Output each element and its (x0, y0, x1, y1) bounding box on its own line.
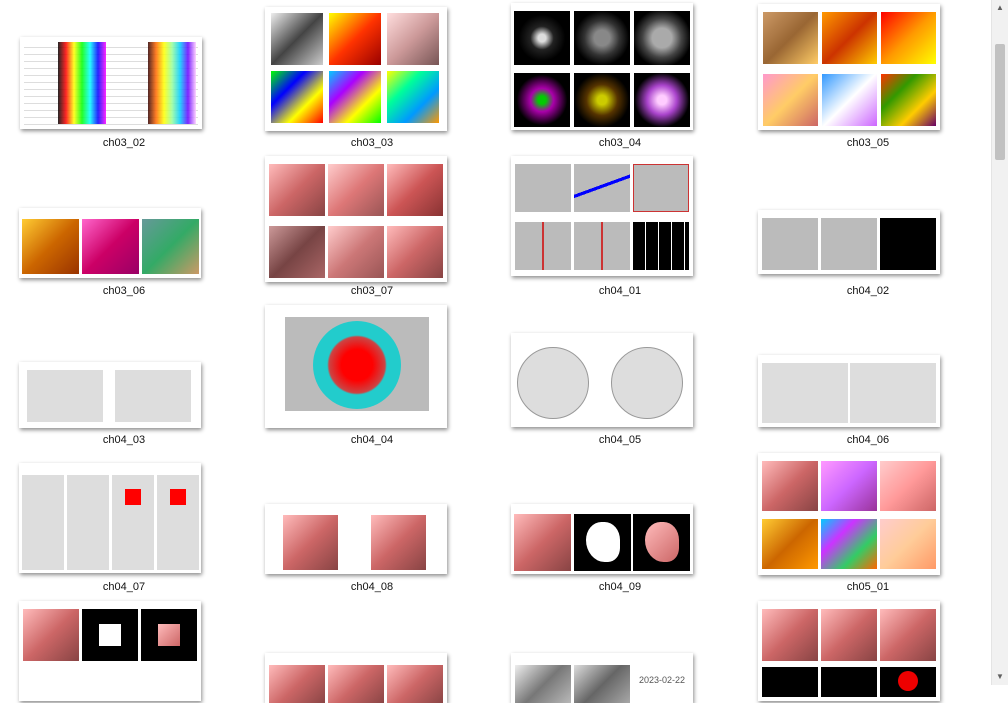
thumbnail-image[interactable] (265, 653, 447, 703)
thumbnail-image[interactable] (511, 3, 693, 130)
gallery-item-ch03-02[interactable]: ch03_02 (0, 0, 248, 160)
thumbnail-image[interactable] (265, 156, 447, 282)
thumbnail-image[interactable] (20, 37, 202, 129)
item-label: ch03_05 (846, 137, 890, 149)
thumbnail-image[interactable] (265, 504, 447, 574)
gallery-item-ch03-04[interactable]: ch03_04 (496, 0, 744, 160)
gallery-item-ch04-04[interactable]: ch04_04 (248, 303, 496, 453)
thumbnail-image[interactable] (265, 305, 447, 428)
item-label: ch03_02 (102, 137, 146, 149)
gallery-item-ch03-03[interactable]: ch03_03 (248, 0, 496, 160)
thumbnail-image[interactable] (511, 504, 693, 574)
thumbnail-image[interactable] (19, 208, 201, 278)
gallery-item-ch05-01[interactable]: ch05_01 (744, 453, 992, 598)
thumbnail-image[interactable] (511, 156, 693, 276)
item-label: ch03_04 (598, 137, 642, 149)
chevron-down-icon[interactable]: ▼ (992, 669, 1008, 685)
gallery-item-ch03-06[interactable]: ch03_06 (0, 153, 248, 303)
item-label: ch04_02 (846, 285, 890, 297)
item-label: ch05_01 (846, 581, 890, 593)
thumbnail-image[interactable] (19, 601, 201, 701)
thumbnail-image[interactable] (265, 7, 447, 131)
gallery-item-partial-4[interactable] (744, 598, 992, 701)
item-label: ch03_03 (350, 137, 394, 149)
item-label: ch03_06 (102, 285, 146, 297)
thumbnail-image[interactable] (758, 601, 940, 701)
gallery-item-ch04-01[interactable]: ch04_01 (496, 153, 744, 303)
item-label: ch04_06 (846, 434, 890, 446)
gallery-item-partial-3[interactable]: 2023-02-22 (496, 598, 744, 703)
gallery-item-ch03-07[interactable]: ch03_07 (248, 153, 496, 303)
thumbnail-image[interactable] (758, 4, 940, 130)
gallery-item-ch04-07[interactable]: ch04_07 (0, 453, 248, 598)
item-label: ch04_08 (350, 581, 394, 593)
gallery-item-ch04-08[interactable]: ch04_08 (248, 453, 496, 598)
gallery-item-ch04-02[interactable]: ch04_02 (744, 153, 992, 303)
thumbnail-image[interactable] (758, 453, 940, 575)
gallery-item-ch04-05[interactable]: ch04_05 (496, 303, 744, 453)
item-label: ch04_03 (102, 434, 146, 446)
thumbnail-image[interactable]: 2023-02-22 (511, 653, 693, 703)
watermark-date: 2023-02-22 (639, 675, 686, 685)
item-label: ch04_01 (598, 285, 642, 297)
item-label: ch04_07 (102, 581, 146, 593)
thumbnail-image[interactable] (19, 463, 201, 573)
thumbnail-image[interactable] (758, 210, 940, 274)
item-label: ch04_09 (598, 581, 642, 593)
item-label: ch03_07 (350, 285, 394, 297)
gallery-item-partial-2[interactable] (248, 598, 496, 703)
thumbnail-image[interactable] (19, 362, 201, 428)
scrollbar-thumb[interactable] (995, 44, 1005, 160)
gallery-item-ch04-03[interactable]: ch04_03 (0, 303, 248, 453)
thumbnail-image[interactable] (758, 355, 940, 427)
item-label: ch04_05 (598, 434, 642, 446)
vertical-scrollbar[interactable]: ▲ ▼ (991, 0, 1008, 685)
gallery-item-ch03-05[interactable]: ch03_05 (744, 0, 992, 160)
gallery-item-partial-1[interactable] (0, 598, 248, 701)
gallery-item-ch04-09[interactable]: ch04_09 (496, 453, 744, 598)
chevron-up-icon[interactable]: ▲ (992, 0, 1008, 16)
gallery-item-ch04-06[interactable]: ch04_06 (744, 303, 992, 453)
thumbnail-grid: ch03_02 ch03_03 ch03_04 ch03_05 ch03_06 … (0, 0, 992, 703)
thumbnail-image[interactable] (511, 333, 693, 427)
item-label: ch04_04 (350, 434, 394, 446)
